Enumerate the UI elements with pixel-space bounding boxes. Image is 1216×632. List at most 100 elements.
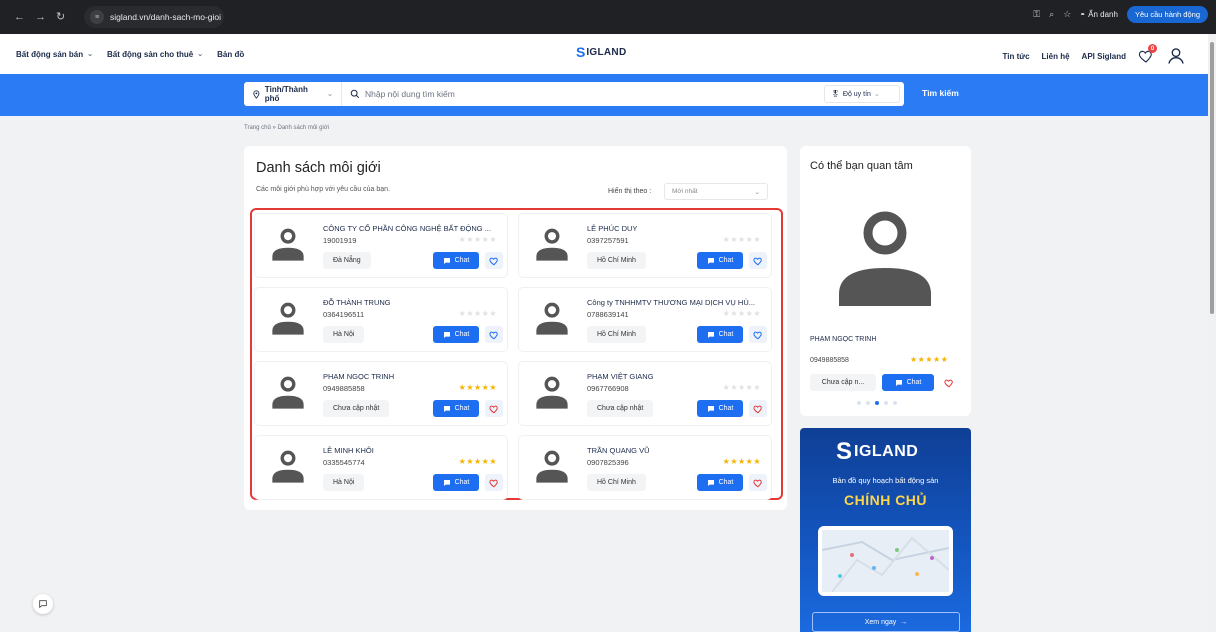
view-now-button[interactable]: Xem ngay → xyxy=(812,612,960,632)
favorite-button[interactable] xyxy=(485,400,503,417)
broker-location: Hà Nội xyxy=(323,474,365,491)
favorite-button[interactable] xyxy=(749,326,767,343)
province-select[interactable]: Tỉnh/Thành phố ⌄ xyxy=(244,82,342,106)
chat-button[interactable]: Chat xyxy=(433,326,479,343)
favorites-button[interactable]: 0 xyxy=(1138,44,1157,64)
reliability-label: Độ uy tín xyxy=(842,90,871,98)
carousel-dot[interactable] xyxy=(893,401,897,405)
chat-button[interactable]: Chat xyxy=(697,326,743,343)
favorite-button[interactable] xyxy=(485,474,503,491)
carousel-dot[interactable] xyxy=(884,401,888,405)
star-icon: ★ xyxy=(730,457,738,466)
broker-rating: ★★★★★ xyxy=(459,309,497,318)
broker-card[interactable]: Công ty TNHHMTV THƯƠNG MẠI DỊCH VỤ HÙ...… xyxy=(518,287,772,352)
request-action-button[interactable]: Yêu cầu hành động xyxy=(1126,6,1208,23)
reliability-select[interactable]: 🎖 Độ uy tín ⌄ xyxy=(824,85,900,103)
favorite-button[interactable] xyxy=(485,326,503,343)
broker-card[interactable]: ĐỖ THÀNH TRUNG 0364196511 ★★★★★ Hà Nội Chat xyxy=(254,287,508,352)
incognito-indicator[interactable]: ◓ Ẩn danh xyxy=(1080,10,1118,19)
broker-card[interactable]: PHẠM NGỌC TRINH 0949885858 ★★★★★ Chưa cập n… xyxy=(254,361,508,426)
broker-rating: ★★★★★ xyxy=(723,383,761,392)
avatar[interactable] xyxy=(271,376,305,410)
forward-icon[interactable]: → xyxy=(35,11,46,23)
favorite-button[interactable] xyxy=(485,252,503,269)
chat-button[interactable]: Chat xyxy=(697,474,743,491)
sort-select[interactable]: Mới nhất ⌄ xyxy=(664,183,768,200)
api-link[interactable]: API Sigland xyxy=(1082,52,1126,61)
chat-button[interactable]: Chat xyxy=(697,252,743,269)
chat-button[interactable]: Chat xyxy=(882,374,934,391)
favorite-button[interactable] xyxy=(749,474,767,491)
chat-button[interactable]: Chat xyxy=(433,252,479,269)
suggested-agent-rating: ★★★★★ xyxy=(910,355,948,364)
chat-button[interactable]: Chat xyxy=(697,400,743,417)
favorite-button[interactable] xyxy=(749,400,767,417)
avatar[interactable] xyxy=(271,228,305,262)
star-icon: ★ xyxy=(737,309,746,318)
search-input[interactable]: Nhập nội dung tìm kiếm xyxy=(342,89,824,99)
carousel-dot[interactable] xyxy=(866,401,870,405)
zoom-icon[interactable]: ⌕ xyxy=(1049,9,1054,20)
broker-card[interactable]: PHẠM VIỆT GIANG 0967766908 ★★★★★ Chưa cập n… xyxy=(518,361,772,426)
broker-name[interactable]: CÔNG TY CỔ PHẦN CÔNG NGHỆ BẤT ĐỘNG ... xyxy=(323,224,507,233)
broker-name[interactable]: Công ty TNHHMTV THƯƠNG MẠI DỊCH VỤ HÙ... xyxy=(587,298,771,307)
broker-name[interactable]: LÊ MINH KHÔI xyxy=(323,446,507,455)
broker-card[interactable]: LÊ MINH KHÔI 0335545774 ★★★★★ Hà Nội Chat xyxy=(254,435,508,500)
site-info-icon[interactable]: ≡ xyxy=(90,10,104,24)
menu-item-rent[interactable]: Bất động sản cho thuê ⌄ xyxy=(107,50,203,59)
broker-name[interactable]: TRẦN QUANG VŨ xyxy=(587,446,771,455)
broker-name[interactable]: PHẠM NGỌC TRINH xyxy=(323,372,507,381)
sort-value: Mới nhất xyxy=(672,188,698,195)
menu-item-map[interactable]: Bản đồ xyxy=(217,50,244,59)
contact-link[interactable]: Liên hệ xyxy=(1042,52,1070,61)
avatar[interactable] xyxy=(835,210,935,310)
reload-icon[interactable]: ↻ xyxy=(56,11,65,23)
avatar[interactable] xyxy=(271,450,305,484)
broker-name[interactable]: ĐỖ THÀNH TRUNG xyxy=(323,298,507,307)
chat-button-label: Chat xyxy=(454,479,470,486)
chat-bubble-icon xyxy=(39,600,47,609)
broker-card[interactable]: LÊ PHÚC DUY 0397257591 ★★★★★ Hồ Chí Minh Cha… xyxy=(518,213,772,278)
browser-actions: ⚿ ⌕ ☆ ◓ Ẩn danh Yêu cầu hành động xyxy=(1033,6,1208,23)
broker-card[interactable]: TRẦN QUANG VŨ 0907825396 ★★★★★ Hồ Chí Minh C… xyxy=(518,435,772,500)
avatar[interactable] xyxy=(271,302,305,336)
password-key-icon[interactable]: ⚿ xyxy=(1033,9,1040,20)
page-scrollbar[interactable] xyxy=(1208,34,1216,632)
favorite-button[interactable] xyxy=(749,252,767,269)
breadcrumb-home[interactable]: Trang chủ xyxy=(244,125,271,131)
broker-name[interactable]: PHẠM VIỆT GIANG xyxy=(587,372,771,381)
suggested-agent-name[interactable]: PHẠM NGỌC TRINH xyxy=(810,336,876,343)
award-icon: 🎖 xyxy=(831,91,840,98)
message-icon xyxy=(707,405,714,412)
broker-card[interactable]: CÔNG TY CỔ PHẦN CÔNG NGHỆ BẤT ĐỘNG ... 19… xyxy=(254,213,508,278)
chat-button[interactable]: Chat xyxy=(433,474,479,491)
broker-name[interactable]: LÊ PHÚC DUY xyxy=(587,224,771,233)
view-now-label: Xem ngay xyxy=(864,618,897,626)
carousel-dot[interactable] xyxy=(875,401,879,405)
chat-button-label: Chat xyxy=(718,257,734,264)
search-button[interactable]: Tìm kiếm xyxy=(922,88,959,98)
scrollbar-thumb[interactable] xyxy=(1210,42,1214,314)
avatar[interactable] xyxy=(535,228,569,262)
favorite-button[interactable] xyxy=(940,374,958,391)
star-icon: ★ xyxy=(730,309,738,318)
bookmark-star-icon[interactable]: ☆ xyxy=(1063,9,1071,20)
breadcrumb-separator: » xyxy=(272,125,276,131)
site-logo[interactable]: S IGLAND xyxy=(576,44,626,60)
suggestion-card: Có thể bạn quan tâm PHẠM NGỌC TRINH 0949… xyxy=(800,146,971,416)
chat-button[interactable]: Chat xyxy=(433,400,479,417)
broker-location: Hồ Chí Minh xyxy=(587,326,646,343)
banner-logo-text: IGLAND xyxy=(854,443,919,460)
carousel-dot[interactable] xyxy=(857,401,861,405)
support-chat-button[interactable] xyxy=(33,594,53,614)
avatar[interactable] xyxy=(535,450,569,484)
address-bar[interactable]: ≡ sigland.vn/danh-sach-mo-gioi xyxy=(84,6,224,28)
news-link[interactable]: Tin tức xyxy=(1003,52,1030,61)
user-account-button[interactable] xyxy=(1166,46,1186,66)
back-icon[interactable]: ← xyxy=(14,11,25,23)
avatar[interactable] xyxy=(535,302,569,336)
star-icon: ★ xyxy=(753,457,761,466)
menu-item-sale[interactable]: Bất động sản bán ⌄ xyxy=(16,50,93,59)
avatar[interactable] xyxy=(535,376,569,410)
promo-banner[interactable]: S IGLAND Bản đồ quy hoạch bất động sản C… xyxy=(800,428,971,632)
